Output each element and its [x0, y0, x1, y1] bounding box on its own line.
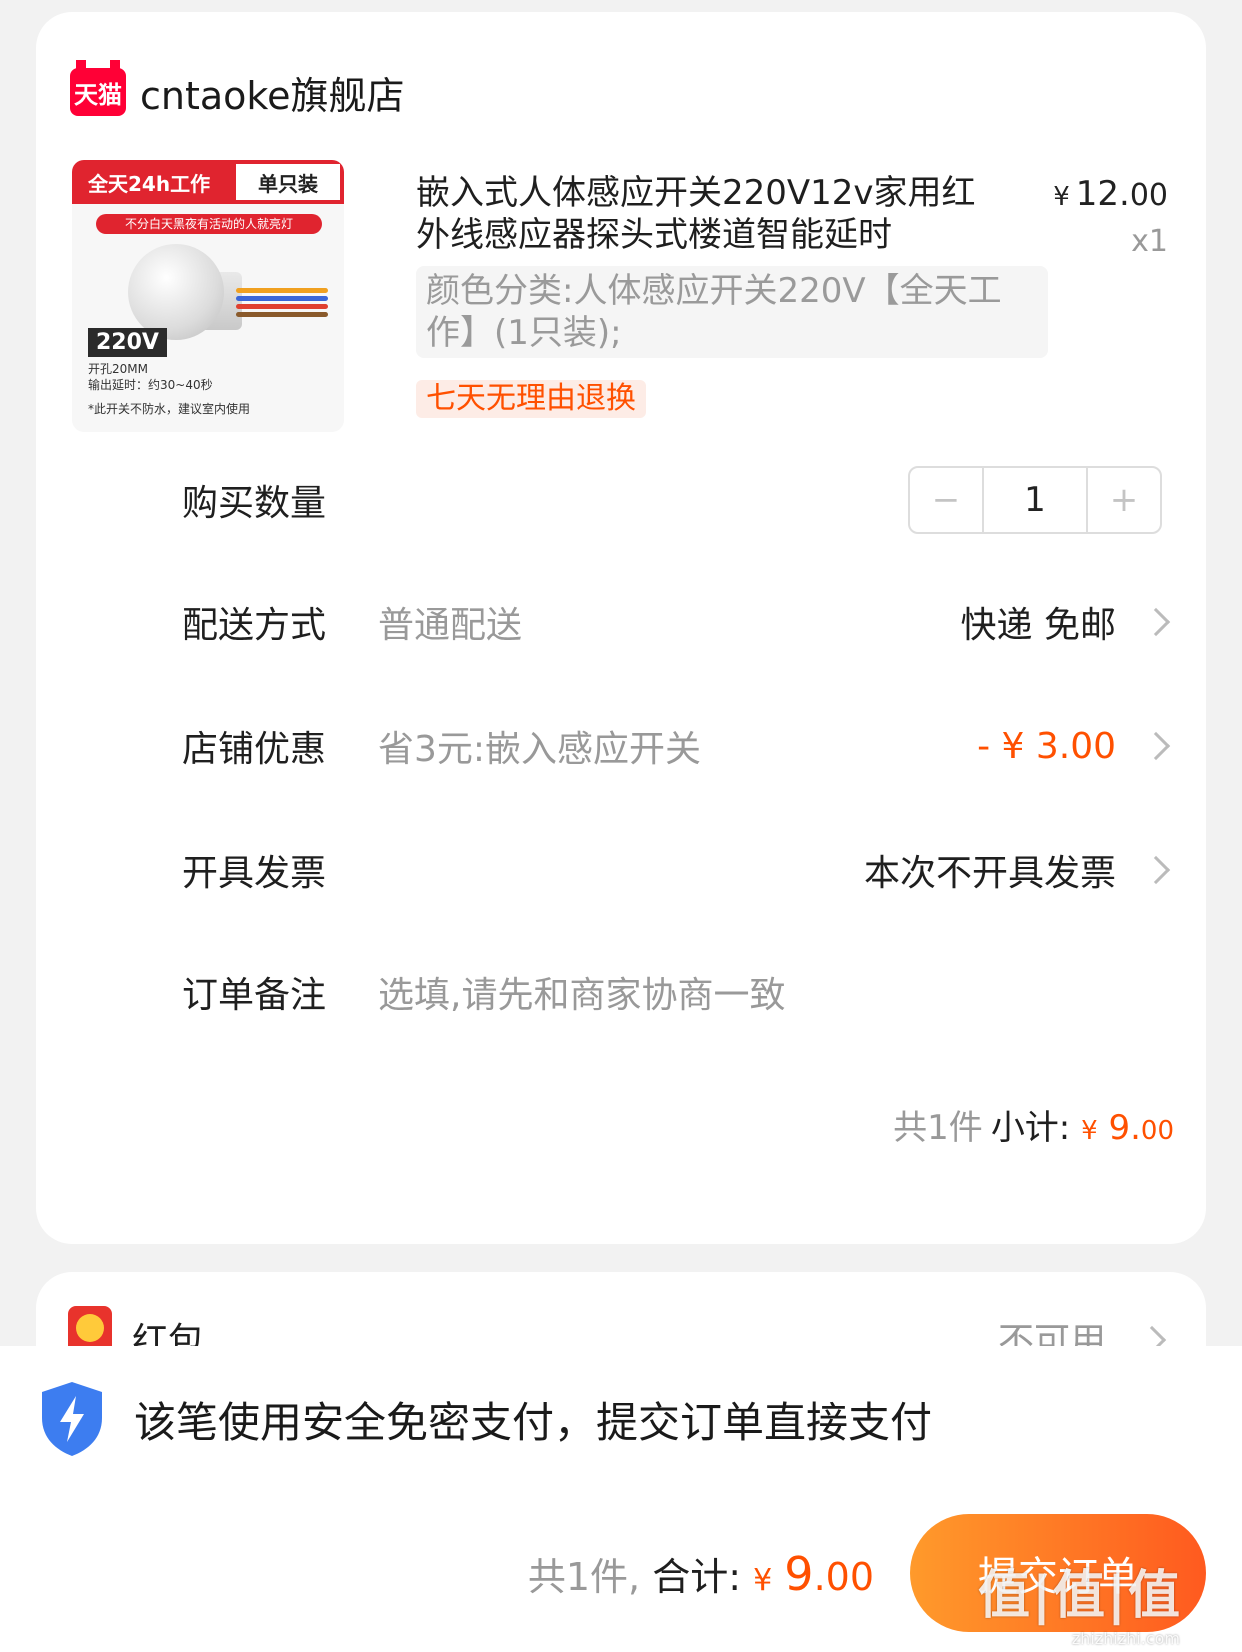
- delivery-label: 配送方式: [182, 605, 327, 646]
- subtotal-currency: ¥: [1081, 1116, 1098, 1146]
- return-policy-tag: 七天无理由退换: [416, 380, 646, 418]
- invoice-value: 本次不开具发票: [863, 853, 1116, 894]
- wire-graphic: [236, 312, 328, 317]
- store-discount-row[interactable]: 店铺优惠 省3元:嵌入感应开关 - ¥ 3.00: [36, 706, 1206, 786]
- image-banner-right: 单只装: [236, 164, 340, 200]
- tmall-logo-icon: 天猫: [70, 60, 126, 116]
- discount-label: 店铺优惠: [182, 729, 327, 770]
- watermark-logo: 值|值|值: [978, 1566, 1182, 1626]
- image-spec-3: *此开关不防水，建议室内使用: [88, 402, 251, 416]
- discount-hint: 省3元:嵌入感应开关: [378, 729, 702, 770]
- note-label: 订单备注: [182, 975, 327, 1016]
- total-label: 合计:: [652, 1555, 741, 1599]
- image-spec-2: 输出延时：约30~40秒: [88, 378, 213, 392]
- discount-value: - ¥ 3.00: [977, 725, 1116, 767]
- subtotal-count: 共1件: [893, 1108, 983, 1148]
- order-note-input[interactable]: 选填,请先和商家协商一致: [378, 966, 785, 1018]
- quantity-minus-button[interactable]: −: [910, 468, 982, 532]
- product-price: ¥12.00: [1053, 174, 1168, 214]
- chevron-right-icon: [1141, 607, 1171, 637]
- total-cents: .00: [813, 1555, 874, 1599]
- delivery-hint: 普通配送: [378, 605, 523, 646]
- price-cents: 00: [1129, 178, 1168, 213]
- shop-header[interactable]: 天猫 cntaoke旗舰店: [70, 52, 404, 132]
- wire-graphic: [236, 296, 328, 301]
- price-integer: 12.: [1075, 174, 1130, 214]
- quantity-label: 购买数量: [182, 483, 327, 524]
- image-banner-left: 全天24h工作: [88, 172, 211, 196]
- product-quantity: x1: [1131, 224, 1168, 259]
- image-subline: 不分白天黑夜有活动的人就亮灯: [96, 214, 322, 234]
- subtotal-amount: ¥ 9.00: [1081, 1108, 1174, 1148]
- image-spec-1: 开孔20MM: [88, 362, 148, 376]
- total-currency: ¥: [753, 1563, 773, 1598]
- secure-payment-notice: 该笔使用安全免密支付，提交订单直接支付: [38, 1380, 932, 1458]
- subtotal: 共1件 小计: ¥ 9.00: [893, 1100, 1174, 1149]
- delivery-value: 快递 免邮: [960, 605, 1116, 646]
- sensor-dome-graphic: [128, 244, 224, 340]
- shop-order-card: 天猫 cntaoke旗舰店 全天24h工作 单只装 不分白天黑夜有活动的人就亮灯…: [36, 12, 1206, 1244]
- price-currency: ¥: [1053, 182, 1070, 212]
- order-total: 共1件, 合计: ¥ 9.00: [528, 1546, 874, 1601]
- total-count: 共1件,: [527, 1555, 641, 1599]
- total-amount: ¥ 9.00: [753, 1547, 874, 1601]
- subtotal-integer: 9.: [1108, 1108, 1141, 1148]
- chevron-right-icon: [1141, 731, 1171, 761]
- invoice-label: 开具发票: [182, 853, 327, 894]
- secure-payment-text: 该笔使用安全免密支付，提交订单直接支付: [134, 1397, 933, 1447]
- tmall-badge-text: 天猫: [74, 80, 122, 109]
- invoice-row[interactable]: 开具发票 本次不开具发票: [36, 830, 1206, 910]
- quantity-row: 购买数量 − 1 +: [36, 460, 1206, 540]
- subtotal-cents: 00: [1140, 1116, 1174, 1146]
- watermark-url: zhizhizhi.com: [1071, 1629, 1180, 1648]
- wire-graphic: [236, 304, 328, 309]
- quantity-stepper[interactable]: − 1 +: [908, 466, 1162, 534]
- image-banner: 全天24h工作 单只装: [72, 160, 344, 204]
- wire-graphic: [236, 288, 328, 293]
- product-title[interactable]: 嵌入式人体感应开关220V12v家用红外线感应器探头式楼道智能延时: [416, 172, 996, 256]
- image-voltage: 220V: [88, 328, 167, 357]
- quantity-value[interactable]: 1: [982, 468, 1088, 532]
- chevron-right-icon: [1141, 855, 1171, 885]
- shop-name[interactable]: cntaoke旗舰店: [140, 65, 404, 120]
- product-image[interactable]: 全天24h工作 单只装 不分白天黑夜有活动的人就亮灯 220V 开孔20MM 输…: [72, 160, 344, 432]
- order-note-row: 订单备注 选填,请先和商家协商一致: [36, 952, 1206, 1032]
- checkout-bar: 该笔使用安全免密支付，提交订单直接支付 共1件, 合计: ¥ 9.00 提交订单…: [0, 1346, 1242, 1652]
- shield-icon: [42, 1382, 102, 1456]
- sku-selection[interactable]: 颜色分类:人体感应开关220V【全天工作】(1只装);: [416, 266, 1048, 358]
- delivery-row[interactable]: 配送方式 普通配送 快递 免邮: [36, 582, 1206, 662]
- subtotal-label: 小计:: [990, 1108, 1071, 1148]
- total-integer: 9: [784, 1547, 814, 1601]
- quantity-plus-button[interactable]: +: [1088, 468, 1160, 532]
